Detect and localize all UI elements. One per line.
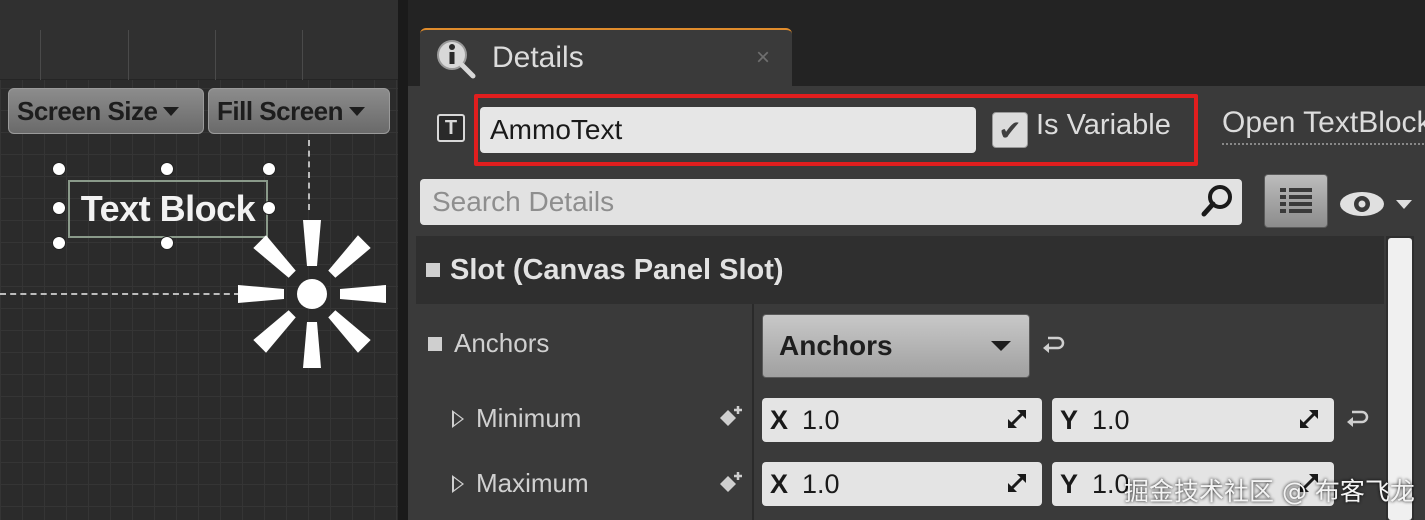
resize-handle[interactable] [262,201,276,215]
collapse-arrow-icon [426,263,440,277]
resize-handle[interactable] [52,236,66,250]
ruler-tick [302,30,303,80]
anchor-medallion-icon[interactable] [234,216,390,372]
view-options-button[interactable] [1264,174,1328,228]
x-axis-label: X [770,468,789,499]
open-textblock-link[interactable]: Open TextBlock [1222,106,1425,145]
watermark-text: 掘金技术社区 @ 布客飞龙 [1124,477,1415,506]
ruler-tick [40,30,41,80]
info-magnifier-icon [437,40,476,79]
resize-handle[interactable] [52,162,66,176]
search-details-box[interactable] [420,179,1242,225]
anchors-dropdown[interactable]: Anchors [762,314,1030,378]
anchors-label: Anchors [454,328,550,358]
screen-size-label: Screen Size [17,95,158,126]
anchor-guide-horizontal [0,293,240,295]
slot-section-title: Slot (Canvas Panel Slot) [450,253,784,286]
drag-resize-icon[interactable] [1006,408,1028,430]
minimum-property-label[interactable]: Minimum [452,403,581,434]
tab-details[interactable]: Details × [420,28,792,86]
fill-screen-dropdown[interactable]: Fill Screen [208,88,390,134]
tab-details-label: Details [492,41,584,74]
y-axis-label: Y [1060,404,1079,435]
designer-toolbar [0,0,398,80]
search-input[interactable] [432,182,1192,222]
close-icon[interactable]: × [756,44,770,72]
drag-resize-icon[interactable] [1298,408,1320,430]
expand-arrow-icon [452,474,464,493]
add-keyframe-icon[interactable] [716,470,744,498]
maximum-x-field[interactable]: X 1.0 [762,462,1042,506]
fill-screen-label: Fill Screen [217,95,344,126]
minimum-x-value: 1.0 [802,404,840,435]
collapse-arrow-icon [428,336,442,351]
resize-handle[interactable] [262,162,276,176]
minimum-y-field[interactable]: Y 1.0 [1052,398,1334,442]
minimum-y-value: 1.0 [1092,404,1130,435]
y-axis-label: Y [1060,468,1079,499]
designer-canvas[interactable]: Screen Size Fill Screen Text Block [0,0,398,520]
search-icon[interactable] [1200,183,1236,219]
slot-section-header[interactable]: Slot (Canvas Panel Slot) [416,236,1384,304]
eye-icon[interactable] [1338,184,1416,224]
resize-handle[interactable] [160,236,174,250]
reset-to-default-icon[interactable] [1040,332,1066,358]
resize-handle[interactable] [160,162,174,176]
ruler-tick [128,30,129,80]
maximum-x-value: 1.0 [802,468,840,499]
property-column-divider[interactable] [752,304,754,520]
chevron-down-icon [349,106,365,116]
chevron-down-icon [163,106,180,116]
add-keyframe-icon[interactable] [716,404,744,432]
x-axis-label: X [770,404,789,435]
expand-arrow-icon [452,409,464,428]
ruler-tick [215,30,216,80]
list-grid-icon [1280,188,1312,213]
anchor-guide-vertical [308,140,310,210]
drag-resize-icon[interactable] [1006,472,1028,494]
screen-size-dropdown[interactable]: Screen Size [8,88,204,134]
maximum-property-label[interactable]: Maximum [452,468,589,499]
anchors-dropdown-value: Anchors [779,330,893,361]
text-block-label: Text Block [80,188,256,229]
maximum-label: Maximum [476,468,589,498]
anchors-property-label[interactable]: Anchors [428,328,549,359]
reset-to-default-icon[interactable] [1344,406,1370,432]
minimum-label: Minimum [476,403,582,433]
chevron-down-icon [991,341,1011,351]
resize-handle[interactable] [52,201,66,215]
highlight-box [474,94,1198,166]
minimum-x-field[interactable]: X 1.0 [762,398,1042,442]
panel-splitter[interactable] [398,0,408,520]
text-widget-type-icon: T [437,114,465,142]
